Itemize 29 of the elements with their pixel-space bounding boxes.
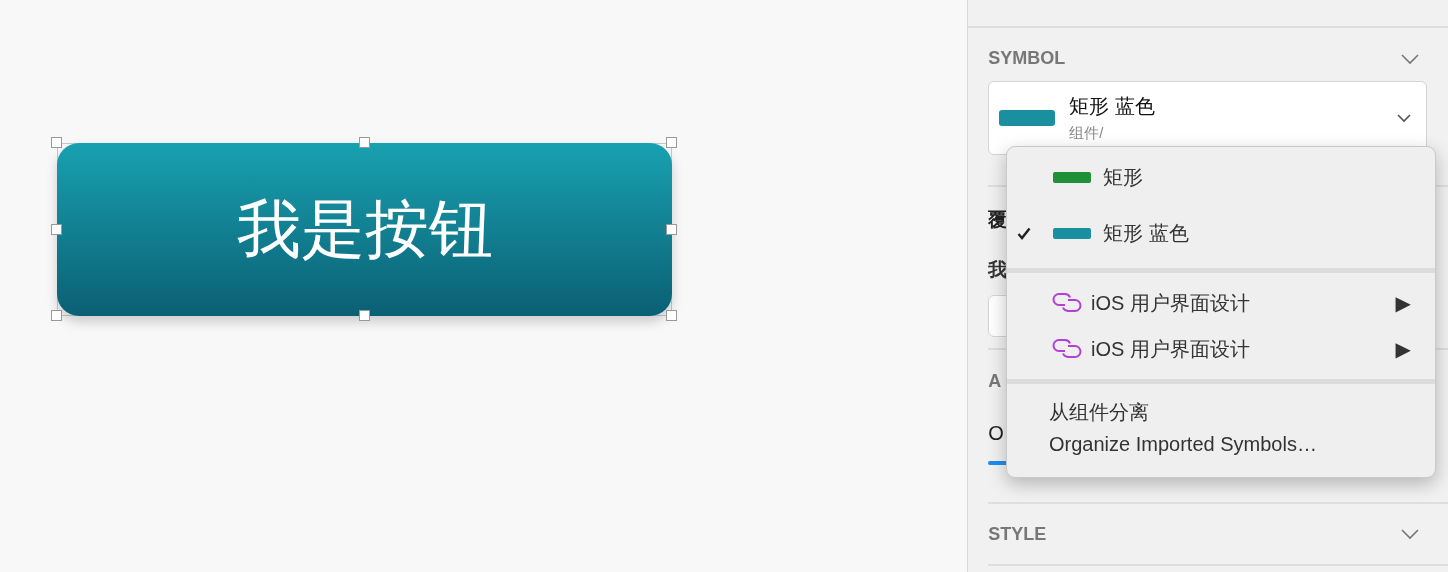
- section-title: SYMBOL: [988, 48, 1066, 69]
- selection-handle[interactable]: [666, 223, 677, 235]
- menu-item[interactable]: Organize Imported Symbols…: [1007, 430, 1435, 458]
- section-title: A: [988, 371, 1002, 392]
- chevron-icon[interactable]: [1400, 528, 1420, 540]
- symbol-name: 矩形 蓝色: [1069, 94, 1156, 119]
- section-title: STYLE: [988, 523, 1047, 545]
- chevron-icon: [1397, 113, 1411, 123]
- selection-handle[interactable]: [358, 137, 370, 148]
- selection-handle[interactable]: [51, 223, 62, 235]
- menu-item[interactable]: 从组件分离: [1007, 398, 1435, 426]
- symbol-dropdown[interactable]: 矩形 蓝色 组件/: [988, 81, 1427, 155]
- menu-item[interactable]: 矩形: [1007, 160, 1435, 194]
- link-icon: [1051, 338, 1083, 360]
- selection-handle[interactable]: [358, 310, 370, 321]
- override-label: 我: [988, 258, 1008, 282]
- selection-handle[interactable]: [666, 310, 677, 321]
- menu-item[interactable]: iOS 用户界面设计 ▶: [1007, 286, 1435, 320]
- symbol-path: 组件/: [1069, 124, 1105, 143]
- selection-handle[interactable]: [51, 310, 62, 321]
- selection-handle[interactable]: [666, 137, 677, 148]
- button-layer[interactable]: 我是按钮: [57, 143, 672, 316]
- chevron-icon[interactable]: [1400, 52, 1420, 65]
- menu-item[interactable]: iOS 用户界面设计 ▶: [1007, 332, 1435, 366]
- selection-handle[interactable]: [51, 137, 62, 148]
- section-title: 覆: [988, 208, 1008, 232]
- opacity-label: O: [988, 422, 1004, 445]
- menu-item[interactable]: 矩形 蓝色: [1007, 216, 1435, 250]
- link-icon: [1051, 292, 1083, 314]
